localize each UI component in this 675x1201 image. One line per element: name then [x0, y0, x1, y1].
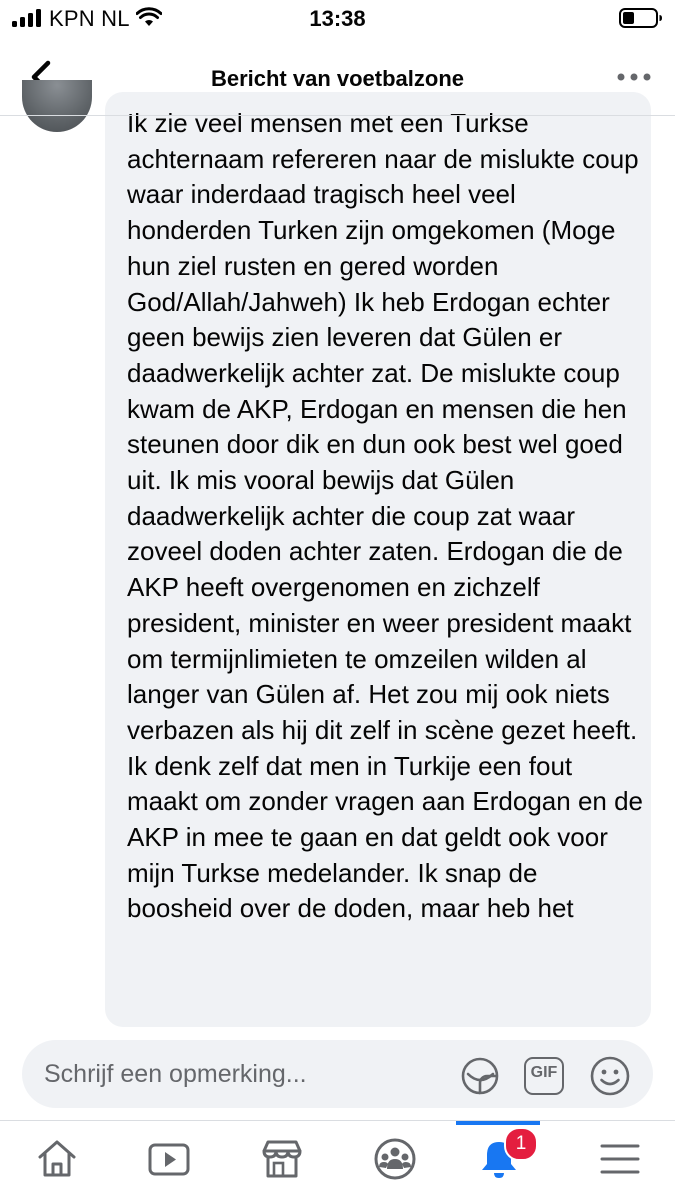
notification-badge: 1	[504, 1127, 538, 1161]
tab-menu[interactable]	[577, 1121, 661, 1201]
gif-label: GIF	[530, 1064, 558, 1081]
bottom-navigation: 1	[0, 1120, 675, 1201]
more-options-icon[interactable]	[615, 62, 653, 92]
home-icon	[38, 1140, 76, 1177]
tab-home[interactable]	[14, 1121, 98, 1201]
marketplace-icon	[262, 1140, 302, 1178]
menu-icon	[600, 1144, 640, 1174]
tab-notifications[interactable]: 1	[456, 1121, 540, 1201]
comment-bubble: Ik zie veel mensen met een Turkse achter…	[105, 92, 651, 1027]
battery-icon	[619, 8, 662, 28]
sticker-icon[interactable]	[459, 1055, 501, 1097]
page-title: Bericht van voetbalzone	[210, 66, 465, 91]
groups-icon	[374, 1138, 416, 1180]
comment-composer[interactable]: Schrijf een opmerking... GIF	[22, 1040, 653, 1108]
commenter-avatar[interactable]	[22, 80, 92, 132]
comment-text: Ik zie veel mensen met een Turkse achter…	[127, 108, 644, 924]
comment-input[interactable]: Schrijf een opmerking...	[44, 1060, 424, 1089]
header-divider	[0, 115, 675, 116]
tab-groups[interactable]	[352, 1121, 436, 1201]
active-tab-indicator	[456, 1121, 540, 1125]
tab-watch[interactable]	[126, 1121, 210, 1201]
status-bar: KPN NL 13:38	[0, 0, 675, 40]
emoji-icon[interactable]	[589, 1055, 631, 1097]
comment-composer-area: Schrijf een opmerking... GIF	[0, 1027, 675, 1120]
video-play-icon	[148, 1143, 190, 1176]
status-time: 13:38	[309, 6, 366, 31]
tab-marketplace[interactable]	[239, 1121, 323, 1201]
gif-button[interactable]: GIF	[523, 1055, 565, 1097]
